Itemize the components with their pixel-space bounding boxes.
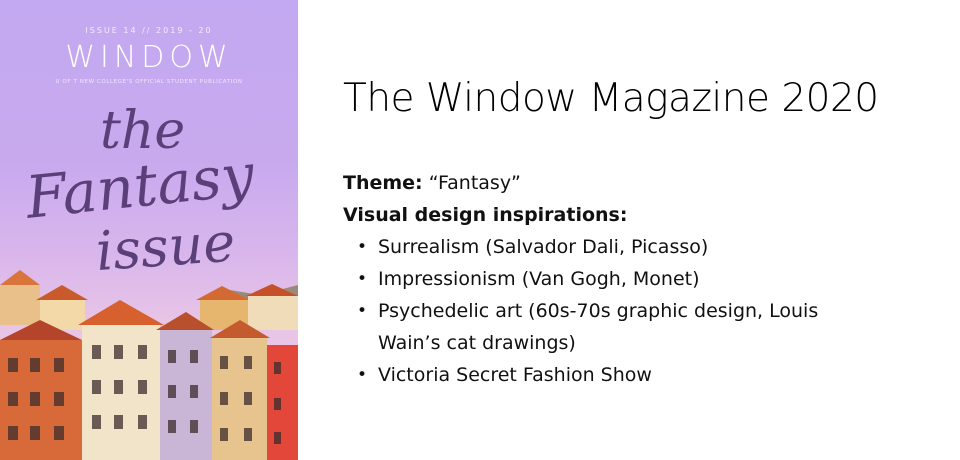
bullet-icon: • [357, 365, 368, 385]
inspirations-list: • Surrealism (Salvador Dali, Picasso) • … [355, 231, 943, 391]
theme-value: “Fantasy” [422, 172, 521, 194]
bullet-icon: • [357, 269, 368, 289]
bullet-icon: • [357, 301, 368, 321]
list-item: • Psychedelic art (60s-70s graphic desig… [355, 295, 943, 359]
list-item-text: Psychedelic art (60s-70s graphic design,… [378, 300, 819, 322]
theme-label: Theme: [343, 172, 423, 194]
bullet-icon: • [357, 237, 368, 257]
list-item-text: Impressionism (Van Gogh, Monet) [378, 268, 700, 290]
slide-title: The Window Magazine 2020 [343, 76, 879, 121]
list-item-text: Surrealism (Salvador Dali, Picasso) [378, 236, 709, 258]
slide-content: Theme: “Fantasy” Visual design inspirati… [343, 167, 943, 391]
theme-row: Theme: “Fantasy” [343, 167, 943, 199]
inspirations-heading: Visual design inspirations: [343, 199, 943, 231]
cover-cityscape-illustration [0, 270, 298, 460]
list-item: • Victoria Secret Fashion Show [355, 359, 943, 391]
inspirations-label: Visual design inspirations: [343, 204, 628, 226]
list-item-text-continuation: Wain’s cat drawings) [378, 332, 576, 354]
list-item: • Surrealism (Salvador Dali, Picasso) [355, 231, 943, 263]
list-item: • Impressionism (Van Gogh, Monet) [355, 263, 943, 295]
magazine-cover: ISSUE 14 // 2019 - 20 WINDOW U OF T NEW … [0, 0, 298, 460]
list-item-text: Victoria Secret Fashion Show [378, 364, 652, 386]
